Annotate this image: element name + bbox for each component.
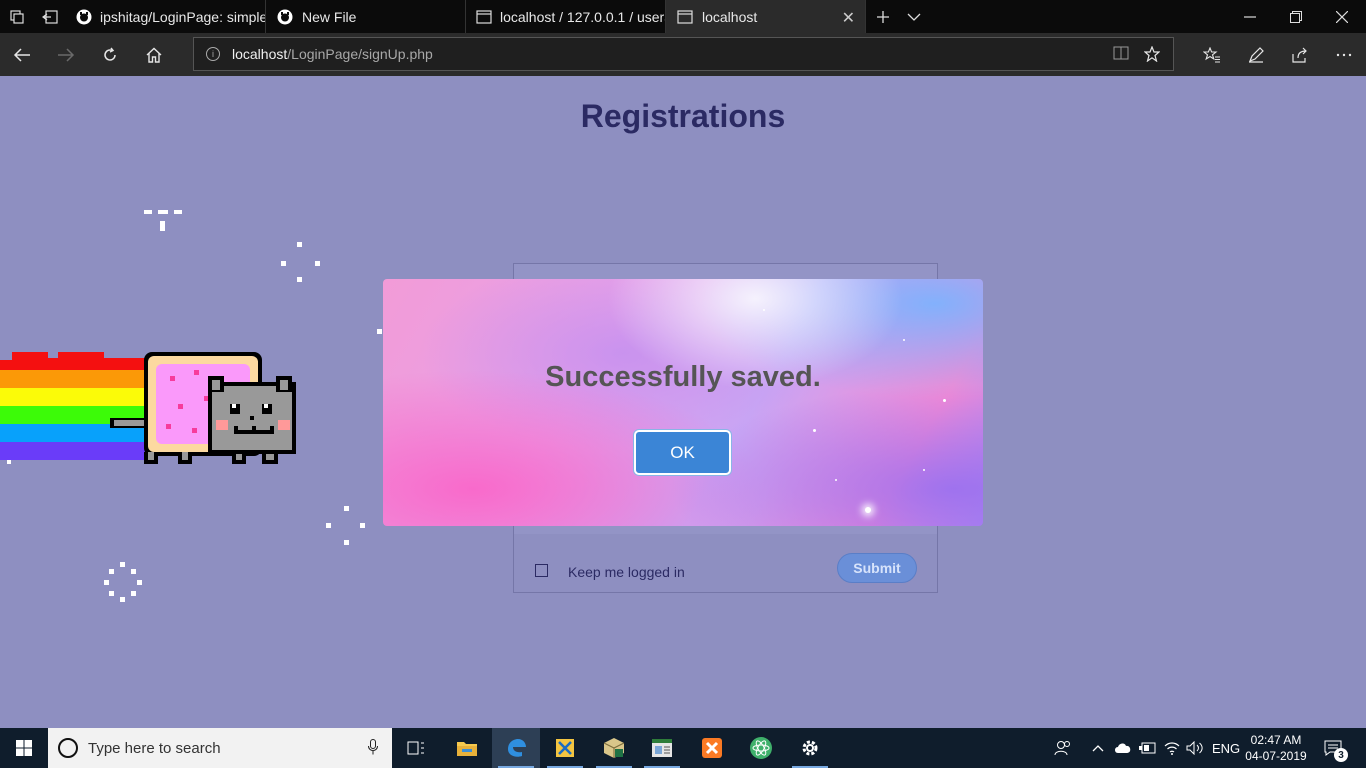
settings-gear-icon[interactable] bbox=[786, 728, 834, 768]
forward-icon[interactable] bbox=[44, 33, 88, 76]
web-note-pen-icon[interactable] bbox=[1234, 33, 1278, 76]
page-icon bbox=[476, 8, 492, 26]
taskbar-search-box[interactable]: Type here to search bbox=[48, 728, 392, 768]
dialog-message: Successfully saved. bbox=[545, 361, 821, 393]
tab-label: localhost / 127.0.0.1 / usera bbox=[500, 8, 666, 25]
tab-actions-icon[interactable] bbox=[0, 0, 33, 33]
tab-label: New File bbox=[302, 8, 357, 25]
tab-github-loginpage[interactable]: ipshitag/LoginPage: simple bbox=[66, 0, 266, 33]
close-window-icon[interactable] bbox=[1318, 0, 1366, 33]
tab-label: localhost bbox=[702, 8, 758, 25]
share-icon[interactable] bbox=[1278, 33, 1322, 76]
file-explorer-icon[interactable] bbox=[443, 728, 491, 768]
microphone-icon[interactable] bbox=[368, 739, 378, 759]
keep-logged-in-checkbox[interactable] bbox=[535, 564, 548, 577]
back-icon[interactable] bbox=[0, 33, 44, 76]
site-info-icon[interactable]: i bbox=[206, 47, 220, 61]
page-title: Registrations bbox=[580, 98, 786, 134]
windows-taskbar: Type here to search ENG 02:47 AM 04-07-2… bbox=[0, 728, 1366, 768]
home-icon[interactable] bbox=[132, 33, 176, 76]
wifi-icon[interactable] bbox=[1164, 728, 1180, 768]
minimize-icon[interactable] bbox=[1226, 0, 1274, 33]
github-icon bbox=[76, 8, 92, 26]
tab-preview-chevron-icon[interactable] bbox=[897, 0, 930, 33]
system-clock[interactable]: 02:47 AM 04-07-2019 bbox=[1244, 732, 1308, 764]
battery-icon[interactable] bbox=[1139, 728, 1157, 768]
ok-button[interactable]: OK bbox=[634, 430, 731, 475]
action-center-icon[interactable]: 3 bbox=[1324, 728, 1348, 768]
show-hidden-icons-chevron-icon[interactable] bbox=[1092, 728, 1104, 768]
volume-icon[interactable] bbox=[1186, 728, 1204, 768]
browser-nav-bar: i localhost/LoginPage/signUp.php bbox=[0, 33, 1366, 76]
address-bar[interactable]: i localhost/LoginPage/signUp.php bbox=[193, 37, 1174, 71]
notification-count-badge: 3 bbox=[1334, 748, 1348, 762]
browser-tab-bar: ipshitag/LoginPage: simple New File loca… bbox=[0, 0, 1366, 33]
set-tabs-aside-icon[interactable] bbox=[33, 0, 66, 33]
tab-localhost[interactable]: localhost ✕ bbox=[666, 0, 866, 33]
favorites-hub-icon[interactable] bbox=[1190, 33, 1234, 76]
refresh-icon[interactable] bbox=[88, 33, 132, 76]
github-icon bbox=[276, 8, 294, 26]
xampp-icon[interactable] bbox=[688, 728, 736, 768]
keep-logged-in-label: Keep me logged in bbox=[568, 564, 685, 580]
url-host: localhost bbox=[232, 46, 288, 62]
clock-time: 02:47 AM bbox=[1250, 733, 1302, 747]
success-dialog: Successfully saved. OK bbox=[383, 279, 983, 526]
excel-cube-icon[interactable] bbox=[590, 728, 638, 768]
clock-date: 04-07-2019 bbox=[1245, 749, 1307, 763]
page-content: Registrations Keep me logged in Submit S… bbox=[0, 76, 1366, 728]
tab-phpmyadmin[interactable]: localhost / 127.0.0.1 / usera bbox=[466, 0, 666, 33]
submit-button[interactable]: Submit bbox=[837, 553, 917, 583]
close-tab-icon[interactable]: ✕ bbox=[842, 8, 855, 28]
restore-icon[interactable] bbox=[1272, 0, 1320, 33]
page-icon bbox=[676, 8, 694, 26]
atom-editor-icon[interactable] bbox=[737, 728, 785, 768]
onedrive-cloud-icon[interactable] bbox=[1114, 728, 1132, 768]
tab-label: ipshitag/LoginPage: simple bbox=[100, 8, 266, 25]
people-icon[interactable] bbox=[1054, 728, 1072, 768]
window-app-icon[interactable] bbox=[638, 728, 686, 768]
new-tab-icon[interactable] bbox=[866, 0, 899, 33]
language-indicator[interactable]: ENG bbox=[1212, 728, 1240, 768]
reading-view-icon[interactable] bbox=[1113, 46, 1129, 65]
edge-browser-icon[interactable] bbox=[492, 728, 540, 768]
snipping-tool-icon[interactable] bbox=[541, 728, 589, 768]
more-menu-icon[interactable] bbox=[1322, 33, 1366, 76]
windows-start-icon[interactable] bbox=[0, 728, 48, 768]
cortana-icon bbox=[58, 738, 78, 758]
tab-new-file[interactable]: New File bbox=[266, 0, 466, 33]
search-placeholder: Type here to search bbox=[88, 739, 221, 757]
url-path: /LoginPage/signUp.php bbox=[287, 46, 433, 62]
favorite-star-icon[interactable] bbox=[1143, 45, 1161, 67]
task-view-icon[interactable] bbox=[392, 728, 440, 768]
